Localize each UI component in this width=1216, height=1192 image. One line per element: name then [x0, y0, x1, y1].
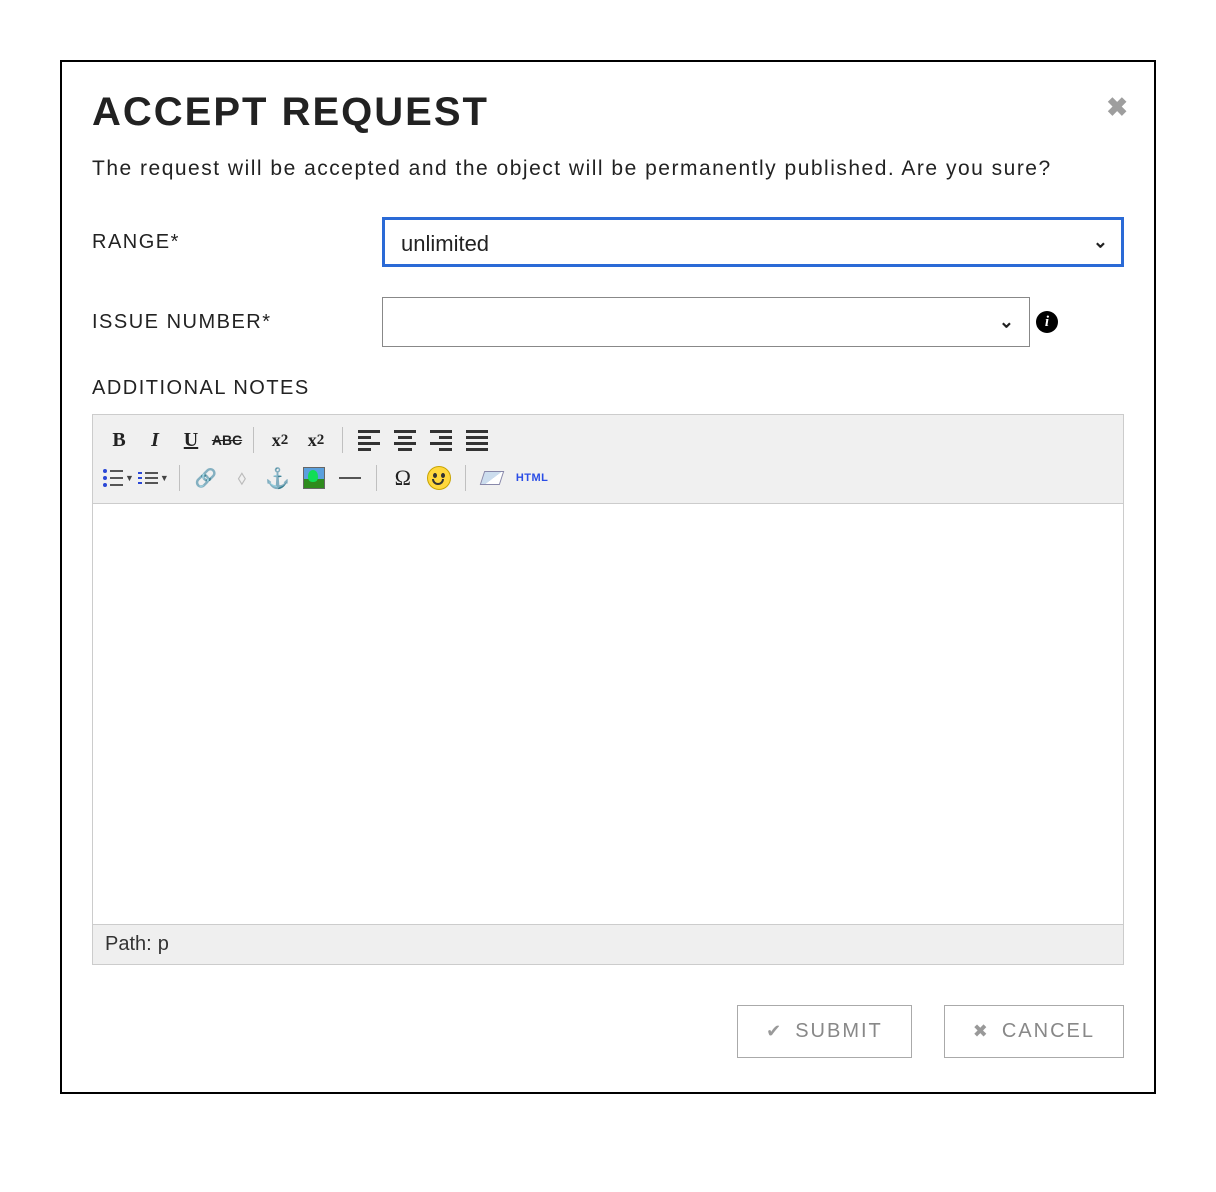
close-icon[interactable]: ✖ [1106, 92, 1128, 123]
submit-button[interactable]: ✔ SUBMIT [737, 1005, 912, 1058]
underline-button[interactable]: U [175, 425, 207, 455]
cancel-label: CANCEL [1002, 1020, 1095, 1043]
status-path-node[interactable]: p [158, 933, 169, 956]
special-char-button[interactable]: Ω [387, 463, 419, 493]
range-row: RANGE* unlimited ⌄ [92, 217, 1124, 267]
close-icon: ✖ [973, 1021, 990, 1042]
range-select-wrap: unlimited ⌄ [382, 217, 1124, 267]
emoticon-button[interactable] [423, 463, 455, 493]
html-source-button[interactable]: HTML [512, 463, 553, 493]
notes-label: ADDITIONAL NOTES [92, 377, 1124, 400]
accept-request-dialog: ✖ ACCEPT REQUEST The request will be acc… [60, 60, 1156, 1094]
issue-number-select-wrap: ⌄ [382, 297, 1030, 347]
toolbar-row-1: B I U ABC x2 x2 [103, 421, 1113, 459]
info-icon[interactable]: i [1036, 311, 1058, 333]
bold-button[interactable]: B [103, 425, 135, 455]
range-select[interactable]: unlimited [382, 217, 1124, 267]
bullet-list-button[interactable]: ▼ [103, 463, 134, 493]
separator [179, 465, 180, 491]
subscript-button[interactable]: x2 [264, 425, 296, 455]
unlink-button[interactable]: ⬨ [226, 463, 258, 493]
check-icon: ✔ [766, 1021, 783, 1042]
issue-number-select[interactable] [382, 297, 1030, 347]
separator [465, 465, 466, 491]
issue-number-row: ISSUE NUMBER* ⌄ i [92, 297, 1124, 347]
link-button[interactable]: 🔗 [190, 463, 222, 493]
separator [342, 427, 343, 453]
align-right-button[interactable] [425, 425, 457, 455]
dialog-description: The request will be accepted and the obj… [92, 157, 1124, 181]
dialog-footer: ✔ SUBMIT ✖ CANCEL [92, 1005, 1124, 1058]
editor-toolbar: B I U ABC x2 x2 ▼ ▼ 🔗 ⬨ ⚓ [93, 415, 1123, 504]
rich-text-editor: B I U ABC x2 x2 ▼ ▼ 🔗 ⬨ ⚓ [92, 414, 1124, 965]
anchor-button[interactable]: ⚓ [262, 463, 294, 493]
toolbar-row-2: ▼ ▼ 🔗 ⬨ ⚓ Ω HTML [103, 459, 1113, 497]
status-path-label: Path: [105, 933, 152, 956]
strikethrough-button[interactable]: ABC [211, 425, 243, 455]
separator [376, 465, 377, 491]
dialog-title: ACCEPT REQUEST [92, 90, 1124, 135]
numbered-list-button[interactable]: ▼ [138, 463, 169, 493]
editor-statusbar: Path: p [93, 924, 1123, 964]
italic-button[interactable]: I [139, 425, 171, 455]
image-button[interactable] [298, 463, 330, 493]
separator [253, 427, 254, 453]
issue-number-label: ISSUE NUMBER* [92, 311, 382, 334]
align-center-button[interactable] [389, 425, 421, 455]
cancel-button[interactable]: ✖ CANCEL [944, 1005, 1124, 1058]
submit-label: SUBMIT [795, 1020, 883, 1043]
range-label: RANGE* [92, 231, 382, 254]
horizontal-rule-button[interactable] [334, 463, 366, 493]
editor-content-area[interactable] [93, 504, 1123, 924]
align-left-button[interactable] [353, 425, 385, 455]
align-justify-button[interactable] [461, 425, 493, 455]
eraser-button[interactable] [476, 463, 508, 493]
superscript-button[interactable]: x2 [300, 425, 332, 455]
